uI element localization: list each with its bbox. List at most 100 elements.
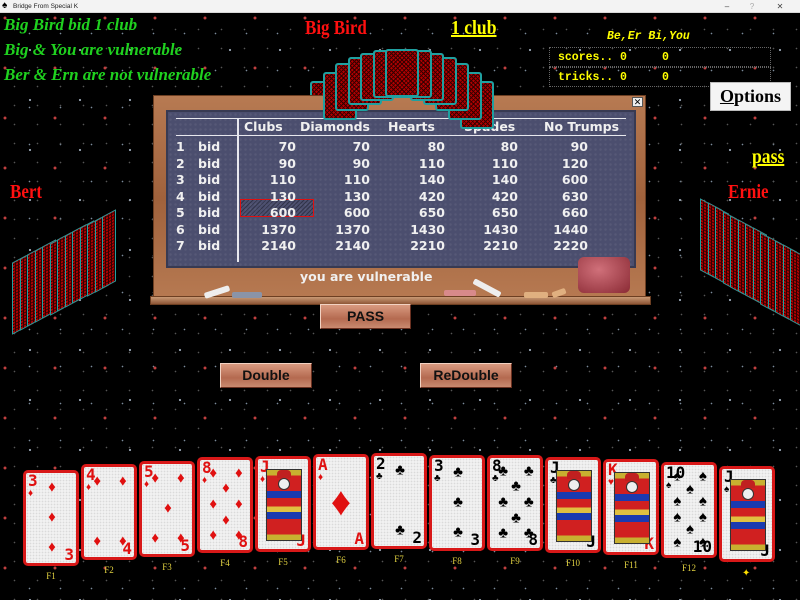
bid-value-cell[interactable]: 2220	[544, 239, 588, 253]
selection-marker-icon: ✦	[742, 568, 751, 579]
column-header: Hearts	[388, 119, 435, 134]
chalk-piece	[444, 290, 476, 296]
card-suit-icon: ♦	[48, 509, 56, 526]
hand-card[interactable]: 3 ♦ 3 ♦ ♦ ♦	[23, 470, 79, 566]
bid-value-cell[interactable]: 130	[326, 189, 370, 204]
options-button[interactable]: Options	[710, 82, 791, 111]
function-key-label: F7	[394, 554, 404, 564]
bid-value-cell[interactable]: 630	[544, 189, 588, 204]
hand-card[interactable]: A ♦ A ♦	[313, 454, 369, 550]
bid-value-cell[interactable]: 140	[401, 173, 445, 187]
bid-value-cell[interactable]: 70	[252, 140, 296, 154]
card-suit-icon: ♣	[523, 463, 534, 480]
hand-card[interactable]: 5 ♦ 5 ♦ ♦ ♦ ♦ ♦	[139, 461, 195, 557]
bid-value-cell[interactable]: 110	[401, 156, 445, 171]
card-suit-icon: ♣	[434, 473, 441, 484]
face-icon	[626, 481, 638, 493]
card-suit-icon: ♣	[511, 478, 521, 495]
status-line-bid: Big Bird bid 1 club	[4, 15, 138, 34]
bid-value-cell[interactable]: 2210	[474, 239, 518, 253]
bid-level: 3	[176, 172, 185, 187]
bid-value-cell[interactable]: 110	[474, 156, 518, 171]
bid-value-cell[interactable]: 600	[252, 206, 296, 220]
hand-card[interactable]: 8 ♣ 8 ♣ ♣ ♣ ♣ ♣ ♣ ♣ ♣	[487, 455, 543, 551]
bid-level: 4	[176, 188, 185, 204]
double-button[interactable]: Double	[220, 363, 312, 388]
window-title: Bridge From Special K	[13, 3, 79, 10]
card-rank: A	[354, 529, 364, 548]
function-key-label: F1	[46, 571, 56, 581]
eraser-image	[578, 257, 630, 293]
hand-card[interactable]: 4 ♦ 4 ♦ ♦ ♦ ♦	[81, 464, 137, 560]
bid-value-cell[interactable]: 130	[252, 189, 296, 204]
bid-value-cell[interactable]: 2140	[326, 239, 370, 253]
card-suit-icon: ♦	[28, 488, 34, 499]
column-header: Clubs	[244, 119, 283, 134]
card-rank: A	[318, 455, 328, 474]
card-suit-icon: ♦	[176, 530, 185, 547]
bid-value-cell[interactable]: 90	[252, 156, 296, 171]
function-key-label: F2	[104, 565, 114, 575]
pass-button[interactable]: PASS	[320, 304, 411, 329]
scores-team2: 0	[662, 51, 669, 64]
redouble-button[interactable]: ReDouble	[420, 363, 512, 388]
bid-value-cell[interactable]: 1370	[326, 222, 370, 237]
bid-value-cell[interactable]: 1370	[252, 222, 296, 237]
bid-value-cell[interactable]: 110	[326, 173, 370, 187]
hand-card[interactable]: 2 ♣ 2 ♣ ♣	[371, 453, 427, 549]
hand-card[interactable]: 10 ♠ 10 ♠ ♠ ♠ ♠ ♠ ♠ ♠ ♠ ♠ ♠	[661, 462, 717, 558]
bid-value-cell[interactable]: 2210	[401, 239, 445, 253]
hand-card[interactable]: J♠J	[719, 466, 775, 562]
bid-value-cell[interactable]: 1440	[544, 222, 588, 237]
bid-value-cell[interactable]: 2140	[252, 239, 296, 253]
crown-icon	[567, 471, 581, 479]
hand-card[interactable]: K♥K	[603, 459, 659, 555]
hand-card[interactable]: J♦J	[255, 456, 311, 552]
court-card-figure	[614, 472, 650, 544]
bid-level: 7	[176, 238, 185, 253]
bid-value-cell[interactable]: 70	[326, 140, 370, 154]
bid-value-cell[interactable]: 110	[252, 173, 296, 187]
bid-value-cell[interactable]: 660	[544, 206, 588, 220]
scores-row: scores.. 0 0	[549, 47, 771, 67]
bid-value-cell[interactable]: 420	[474, 189, 518, 204]
bid-chalkboard: ✕ you are vulnerable Clubs Diamonds Hearts…	[150, 95, 651, 305]
card-suit-icon: ♣	[395, 462, 405, 479]
bid-value-cell[interactable]: 650	[474, 206, 518, 220]
options-label: ptions	[733, 86, 782, 106]
bid-value-cell[interactable]: 120	[544, 156, 588, 171]
card-suit-icon: ♦	[86, 482, 92, 493]
hand-card[interactable]: 3 ♣ 3 ♣ ♣ ♣	[429, 455, 485, 551]
card-suit-icon: ♦	[234, 496, 243, 513]
bid-value-cell[interactable]: 600	[544, 173, 588, 187]
function-key-label: F11	[624, 560, 638, 570]
bid-value-cell[interactable]: 420	[401, 189, 445, 204]
bid-value-cell[interactable]: 1430	[401, 222, 445, 237]
table-header-rule	[176, 135, 626, 136]
table-column-rule	[237, 118, 239, 262]
minimize-button[interactable]: –	[716, 0, 738, 13]
function-key-label: F12	[681, 563, 696, 573]
card-suit-icon: ♠	[698, 468, 707, 485]
close-button[interactable]: ✕	[769, 0, 791, 13]
bid-value-cell[interactable]: 90	[544, 140, 588, 154]
bid-value-cell[interactable]: 140	[474, 173, 518, 187]
bid-table-close-button[interactable]: ✕	[632, 97, 643, 107]
card-suit-icon: ♦	[222, 512, 230, 529]
hand-card[interactable]: 8 ♦ 8 ♦ ♦ ♦ ♦ ♦ ♦ ♦ ♦	[197, 457, 253, 553]
card-suit-icon: ♣	[395, 522, 405, 539]
bid-value-cell[interactable]: 80	[401, 140, 445, 154]
bid-value-cell[interactable]: 1430	[474, 222, 518, 237]
bid-value-cell[interactable]: 90	[326, 156, 370, 171]
function-key-label: F3	[162, 562, 172, 572]
bid-value-cell[interactable]: 600	[326, 206, 370, 220]
hand-card[interactable]: J♣J	[545, 457, 601, 553]
bid-value-cell[interactable]: 80	[474, 140, 518, 154]
card-suit-icon: ♣	[498, 494, 509, 511]
card-suit-icon: ♦	[118, 533, 127, 550]
bid-value-cell[interactable]: 650	[401, 206, 445, 220]
card-pips: ♦ ♦ ♦ ♦ ♦ ♦ ♦ ♦	[209, 466, 243, 544]
face-icon	[568, 479, 580, 491]
card-suit-icon: ♦	[176, 470, 185, 487]
help-button[interactable]: ?	[741, 0, 763, 13]
